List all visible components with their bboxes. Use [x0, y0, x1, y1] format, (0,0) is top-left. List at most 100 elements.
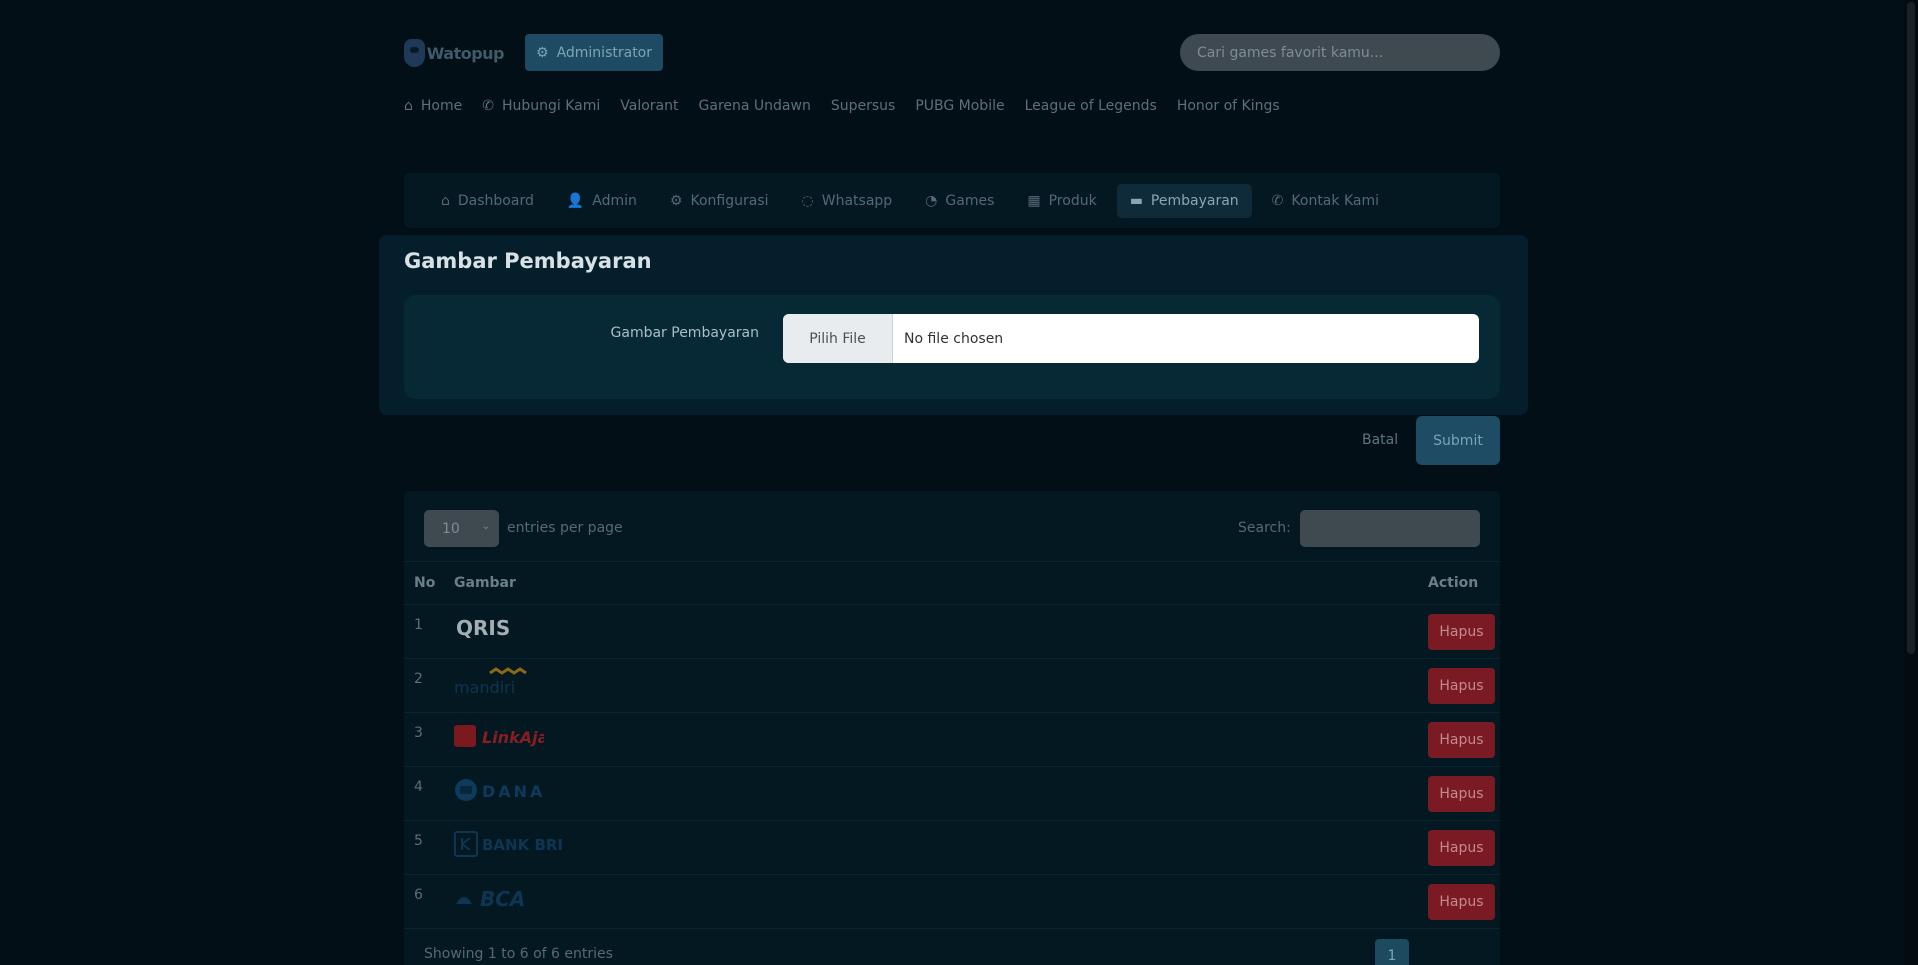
file-input[interactable]: Pilih File No file chosen: [783, 314, 1479, 363]
table-row: 2 mandiri Hapus: [404, 658, 1500, 713]
delete-button[interactable]: Hapus: [1428, 721, 1495, 758]
table-info: Showing 1 to 6 of 6 entries: [424, 946, 613, 962]
tab-label: Kontak Kami: [1291, 192, 1379, 209]
field-label: Gambar Pembayaran: [610, 325, 759, 341]
tab-admin[interactable]: 👤 Admin: [554, 184, 650, 218]
administrator-button[interactable]: ⚙ Administrator: [525, 34, 663, 71]
whatsapp-icon: ◌: [801, 192, 814, 209]
nav-item-supersus[interactable]: Supersus: [831, 98, 895, 114]
delete-button[interactable]: Hapus: [1428, 775, 1495, 812]
row-gambar: mandiri: [444, 658, 1418, 713]
tab-label: Konfigurasi: [690, 192, 769, 209]
select-value: 10: [442, 520, 460, 537]
table-row: 1 QRIS Hapus: [404, 604, 1500, 659]
row-no: 6: [404, 874, 444, 929]
bank-bri-logo: BANK BRI: [454, 829, 1418, 859]
row-gambar: DANA: [444, 766, 1418, 821]
tab-konfigurasi[interactable]: ⚙ Konfigurasi: [657, 184, 782, 218]
nav-label: Supersus: [830, 98, 896, 114]
table-row: 4 DANA Hapus: [404, 766, 1500, 821]
tab-label: Games: [945, 192, 995, 209]
gamepad-icon: [404, 39, 425, 67]
credit-card-icon: ▬: [1129, 192, 1143, 209]
payment-image-form: Gambar Pembayaran Gambar Pembayaran Pili…: [379, 235, 1528, 415]
row-no: 1: [404, 604, 444, 659]
scrollbar[interactable]: [1904, 0, 1918, 965]
delete-button[interactable]: Hapus: [1428, 613, 1495, 650]
row-no: 5: [404, 820, 444, 875]
table-row: 6 BCA Hapus: [404, 874, 1500, 929]
tab-label: Admin: [592, 192, 637, 209]
tab-dashboard[interactable]: ⌂ Dashboard: [428, 184, 547, 218]
nav-item-league-of-legends[interactable]: League of Legends: [1025, 98, 1157, 114]
row-action: Hapus: [1418, 874, 1500, 929]
tab-produk[interactable]: ▦ Produk: [1014, 184, 1109, 218]
dana-logo: DANA: [454, 775, 1418, 805]
nav-item-hubungi-kami[interactable]: ✆ Hubungi Kami: [482, 98, 600, 114]
nav-label: PUBG Mobile: [915, 98, 1005, 114]
column-header-no[interactable]: No: [404, 561, 444, 605]
home-icon: ⌂: [404, 98, 413, 114]
nav-item-home[interactable]: ⌂ Home: [404, 98, 462, 114]
tab-label: Produk: [1048, 192, 1097, 209]
row-action: Hapus: [1418, 604, 1500, 659]
nav-item-valorant[interactable]: Valorant: [620, 98, 678, 114]
phone-icon: ✆: [1271, 192, 1284, 209]
bca-logo-text: BCA: [480, 887, 525, 911]
dana-logo-text: DANA: [482, 782, 544, 801]
tab-games[interactable]: ◔ Games: [912, 184, 1007, 218]
nav-item-honor-of-kings[interactable]: Honor of Kings: [1177, 98, 1280, 114]
tab-kontak-kami[interactable]: ✆ Kontak Kami: [1259, 184, 1392, 218]
row-gambar: QRIS: [444, 604, 1418, 659]
column-header-gambar[interactable]: Gambar: [444, 561, 1418, 605]
payment-table: No Gambar Action 1 QRIS Hapus 2 mandiri …: [404, 561, 1500, 929]
gear-icon: ⚙: [669, 192, 683, 209]
row-gambar: LinkAja: [444, 712, 1418, 767]
column-header-action: Action: [1418, 561, 1500, 605]
brand-name: Watopup: [426, 43, 505, 63]
mandiri-logo-text: mandiri: [454, 678, 515, 697]
delete-button[interactable]: Hapus: [1428, 883, 1495, 920]
delete-button[interactable]: Hapus: [1428, 829, 1495, 866]
nav-label: Valorant: [620, 98, 679, 114]
scrollbar-thumb[interactable]: [1907, 2, 1915, 654]
table-search-input[interactable]: [1300, 510, 1480, 547]
nav-label: Hubungi Kami: [501, 98, 601, 114]
box-icon: ▦: [1027, 192, 1041, 209]
delete-button[interactable]: Hapus: [1428, 667, 1495, 704]
brand-logo[interactable]: Watopup: [404, 34, 505, 72]
gamepad-icon: ◔: [925, 192, 938, 209]
nav-item-garena-undawn[interactable]: Garena Undawn: [699, 98, 811, 114]
choose-file-button[interactable]: Pilih File: [783, 314, 893, 363]
user-icon: 👤: [566, 192, 585, 209]
submit-button[interactable]: Submit: [1416, 416, 1500, 465]
phone-icon: ✆: [482, 98, 494, 114]
tab-whatsapp[interactable]: ◌ Whatsapp: [789, 184, 906, 218]
page-button-1[interactable]: 1: [1375, 939, 1409, 965]
nav-item-pubg-mobile[interactable]: PUBG Mobile: [915, 98, 1004, 114]
row-action: Hapus: [1418, 658, 1500, 713]
form-title: Gambar Pembayaran: [404, 249, 652, 273]
table-row: 3 LinkAja Hapus: [404, 712, 1500, 767]
administrator-label: Administrator: [556, 44, 652, 61]
row-gambar: BANK BRI: [444, 820, 1418, 875]
main-nav: ⌂ Home ✆ Hubungi Kami Valorant Garena Unda…: [404, 98, 1300, 114]
row-action: Hapus: [1418, 766, 1500, 821]
row-no: 3: [404, 712, 444, 767]
nav-label: Garena Undawn: [698, 98, 811, 114]
game-search-input[interactable]: [1180, 34, 1500, 71]
search-label: Search:: [1238, 520, 1291, 536]
chevron-down-icon: ⌄: [481, 521, 490, 532]
cancel-button[interactable]: Batal: [1362, 432, 1398, 448]
row-no: 4: [404, 766, 444, 821]
linkaja-logo-text: LinkAja: [482, 728, 544, 747]
linkaja-logo: LinkAja: [454, 721, 1418, 751]
tab-label: Pembayaran: [1150, 192, 1239, 209]
entries-per-page-select[interactable]: 10 ⌄: [424, 510, 499, 547]
payment-table-card: 10 ⌄ entries per page Search: No Gambar …: [404, 491, 1500, 965]
nav-label: League of Legends: [1024, 98, 1157, 114]
tab-pembayaran[interactable]: ▬ Pembayaran: [1116, 183, 1252, 218]
qris-logo: QRIS: [454, 613, 1418, 643]
gear-icon: ⚙: [536, 44, 549, 61]
tab-label: Whatsapp: [821, 192, 893, 209]
